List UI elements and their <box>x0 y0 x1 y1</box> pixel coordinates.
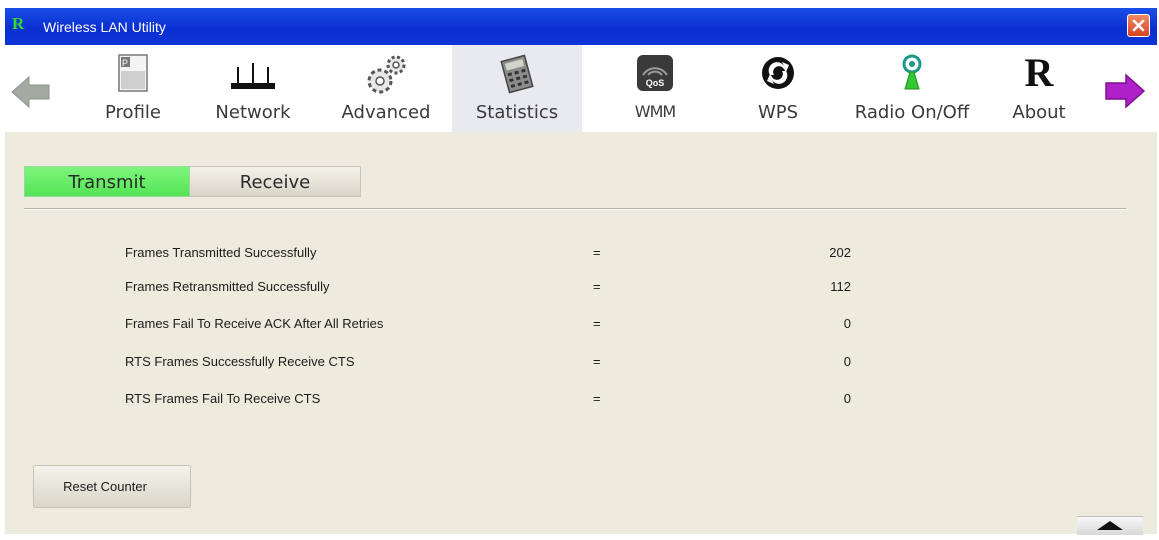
radio-antenna-icon <box>902 54 922 90</box>
statistics-icon <box>500 54 534 94</box>
toolbar-network-label: Network <box>215 102 291 123</box>
toolbar-profile-label: Profile <box>105 102 161 123</box>
stat-value: 0 <box>843 354 851 369</box>
stat-label: RTS Frames Fail To Receive CTS <box>125 391 321 406</box>
toolbar-wps-label: WPS <box>757 102 799 123</box>
wps-icon <box>762 57 794 89</box>
stat-value: 0 <box>843 316 851 331</box>
stat-equals: = <box>593 279 601 294</box>
network-icon <box>231 63 275 89</box>
divider <box>24 208 1126 210</box>
toolbar-statistics[interactable]: Statistics <box>452 45 582 132</box>
close-button[interactable] <box>1127 14 1150 37</box>
toolbar-about[interactable]: R About <box>999 45 1079 132</box>
stat-label: Frames Retransmitted Successfully <box>125 279 330 294</box>
toolbar-network[interactable]: Network <box>201 45 305 132</box>
statistics-panel: Transmit Receive Frames Transmitted Succ… <box>5 132 1157 535</box>
qos-icon: QoS <box>637 55 673 91</box>
stat-label: RTS Frames Successfully Receive CTS <box>125 354 355 369</box>
app-icon: R <box>12 14 25 33</box>
collapse-button[interactable] <box>1077 516 1143 535</box>
gears-icon <box>367 55 406 94</box>
stat-equals: = <box>593 245 601 260</box>
qos-badge: QoS <box>646 78 665 88</box>
toolbar-advanced[interactable]: Advanced <box>333 45 439 132</box>
toolbar-about-label: About <box>1012 102 1066 123</box>
up-triangle-icon <box>1097 521 1123 530</box>
stat-equals: = <box>593 316 601 331</box>
profile-icon: P <box>118 54 148 92</box>
toolbar-statistics-label: Statistics <box>475 102 559 123</box>
reset-counter-button[interactable]: Reset Counter <box>33 465 191 508</box>
close-icon <box>1132 19 1145 32</box>
window-title: Wireless LAN Utility <box>43 19 166 35</box>
about-icon: R <box>1024 50 1054 95</box>
forward-arrow-icon[interactable] <box>1104 73 1146 109</box>
stat-label: Frames Transmitted Successfully <box>125 245 317 260</box>
back-arrow-icon[interactable] <box>11 75 51 109</box>
toolbar-advanced-label: Advanced <box>341 102 431 123</box>
toolbar-radio-on-off[interactable]: Radio On/Off <box>833 45 991 132</box>
stat-equals: = <box>593 354 601 369</box>
stat-value: 0 <box>843 391 851 406</box>
toolbar-wps[interactable]: WPS <box>735 45 821 132</box>
stat-equals: = <box>593 391 601 406</box>
toolbar-profile[interactable]: P Profile <box>83 45 183 132</box>
toolbar-wmm-label: WMM <box>634 102 676 121</box>
title-bar: R Wireless LAN Utility <box>5 8 1157 45</box>
stat-value: 112 <box>830 279 851 294</box>
toolbar: P Profile Network Advanced Statistics Qo… <box>5 45 1157 132</box>
svg-text:P: P <box>122 58 128 68</box>
tab-transmit[interactable]: Transmit <box>24 166 190 197</box>
toolbar-radio-label: Radio On/Off <box>854 102 970 123</box>
stat-value: 202 <box>829 245 851 260</box>
toolbar-wmm[interactable]: QoS WMM <box>603 45 707 132</box>
stat-label: Frames Fail To Receive ACK After All Ret… <box>125 316 384 331</box>
tab-receive[interactable]: Receive <box>190 166 361 197</box>
